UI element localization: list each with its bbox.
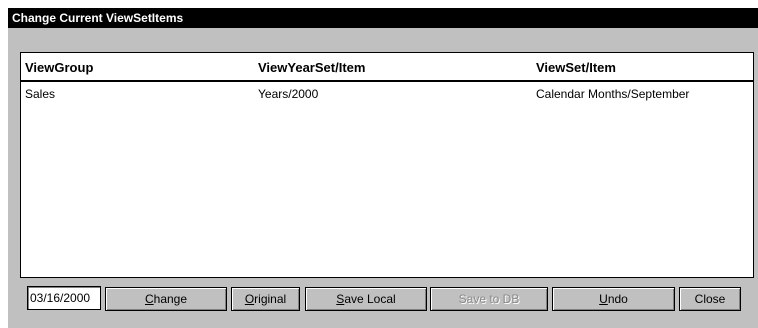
cell-viewset-item: Calendar Months/September [536, 87, 690, 101]
close-button[interactable]: Close [679, 287, 741, 311]
undo-button-label: ndo [607, 292, 628, 306]
column-header-viewset-item[interactable]: ViewSet/Item [536, 60, 616, 75]
column-header-viewyearset-item[interactable]: ViewYearSet/Item [258, 60, 365, 75]
change-button-mnemonic: C [144, 292, 154, 306]
change-button[interactable]: Change [105, 287, 227, 311]
original-button-label: riginal [254, 292, 287, 306]
original-button-mnemonic: O [244, 292, 255, 306]
window-title: Change Current ViewSetItems [8, 8, 758, 28]
change-viewsetitems-dialog: Change Current ViewSetItems ViewGroup Vi… [8, 8, 758, 328]
viewsetitems-list[interactable]: ViewGroup ViewYearSet/Item ViewSet/Item … [20, 52, 754, 278]
date-input[interactable] [27, 286, 101, 310]
list-row[interactable]: Sales Years/2000 Calendar Months/Septemb… [21, 82, 753, 104]
original-button[interactable]: Original [231, 287, 300, 311]
cell-viewyearset-item: Years/2000 [258, 87, 319, 101]
list-header: ViewGroup ViewYearSet/Item ViewSet/Item [21, 53, 753, 82]
save-to-db-button[interactable]: Save to DB [430, 287, 548, 311]
cell-viewgroup: Sales [25, 87, 56, 101]
undo-button[interactable]: Undo [552, 287, 675, 311]
column-header-viewgroup[interactable]: ViewGroup [25, 60, 93, 75]
save-local-button-label: ave Local [344, 292, 396, 306]
change-button-label: hange [153, 292, 188, 306]
save-local-button[interactable]: Save Local [305, 287, 427, 311]
undo-button-mnemonic: U [599, 292, 608, 306]
